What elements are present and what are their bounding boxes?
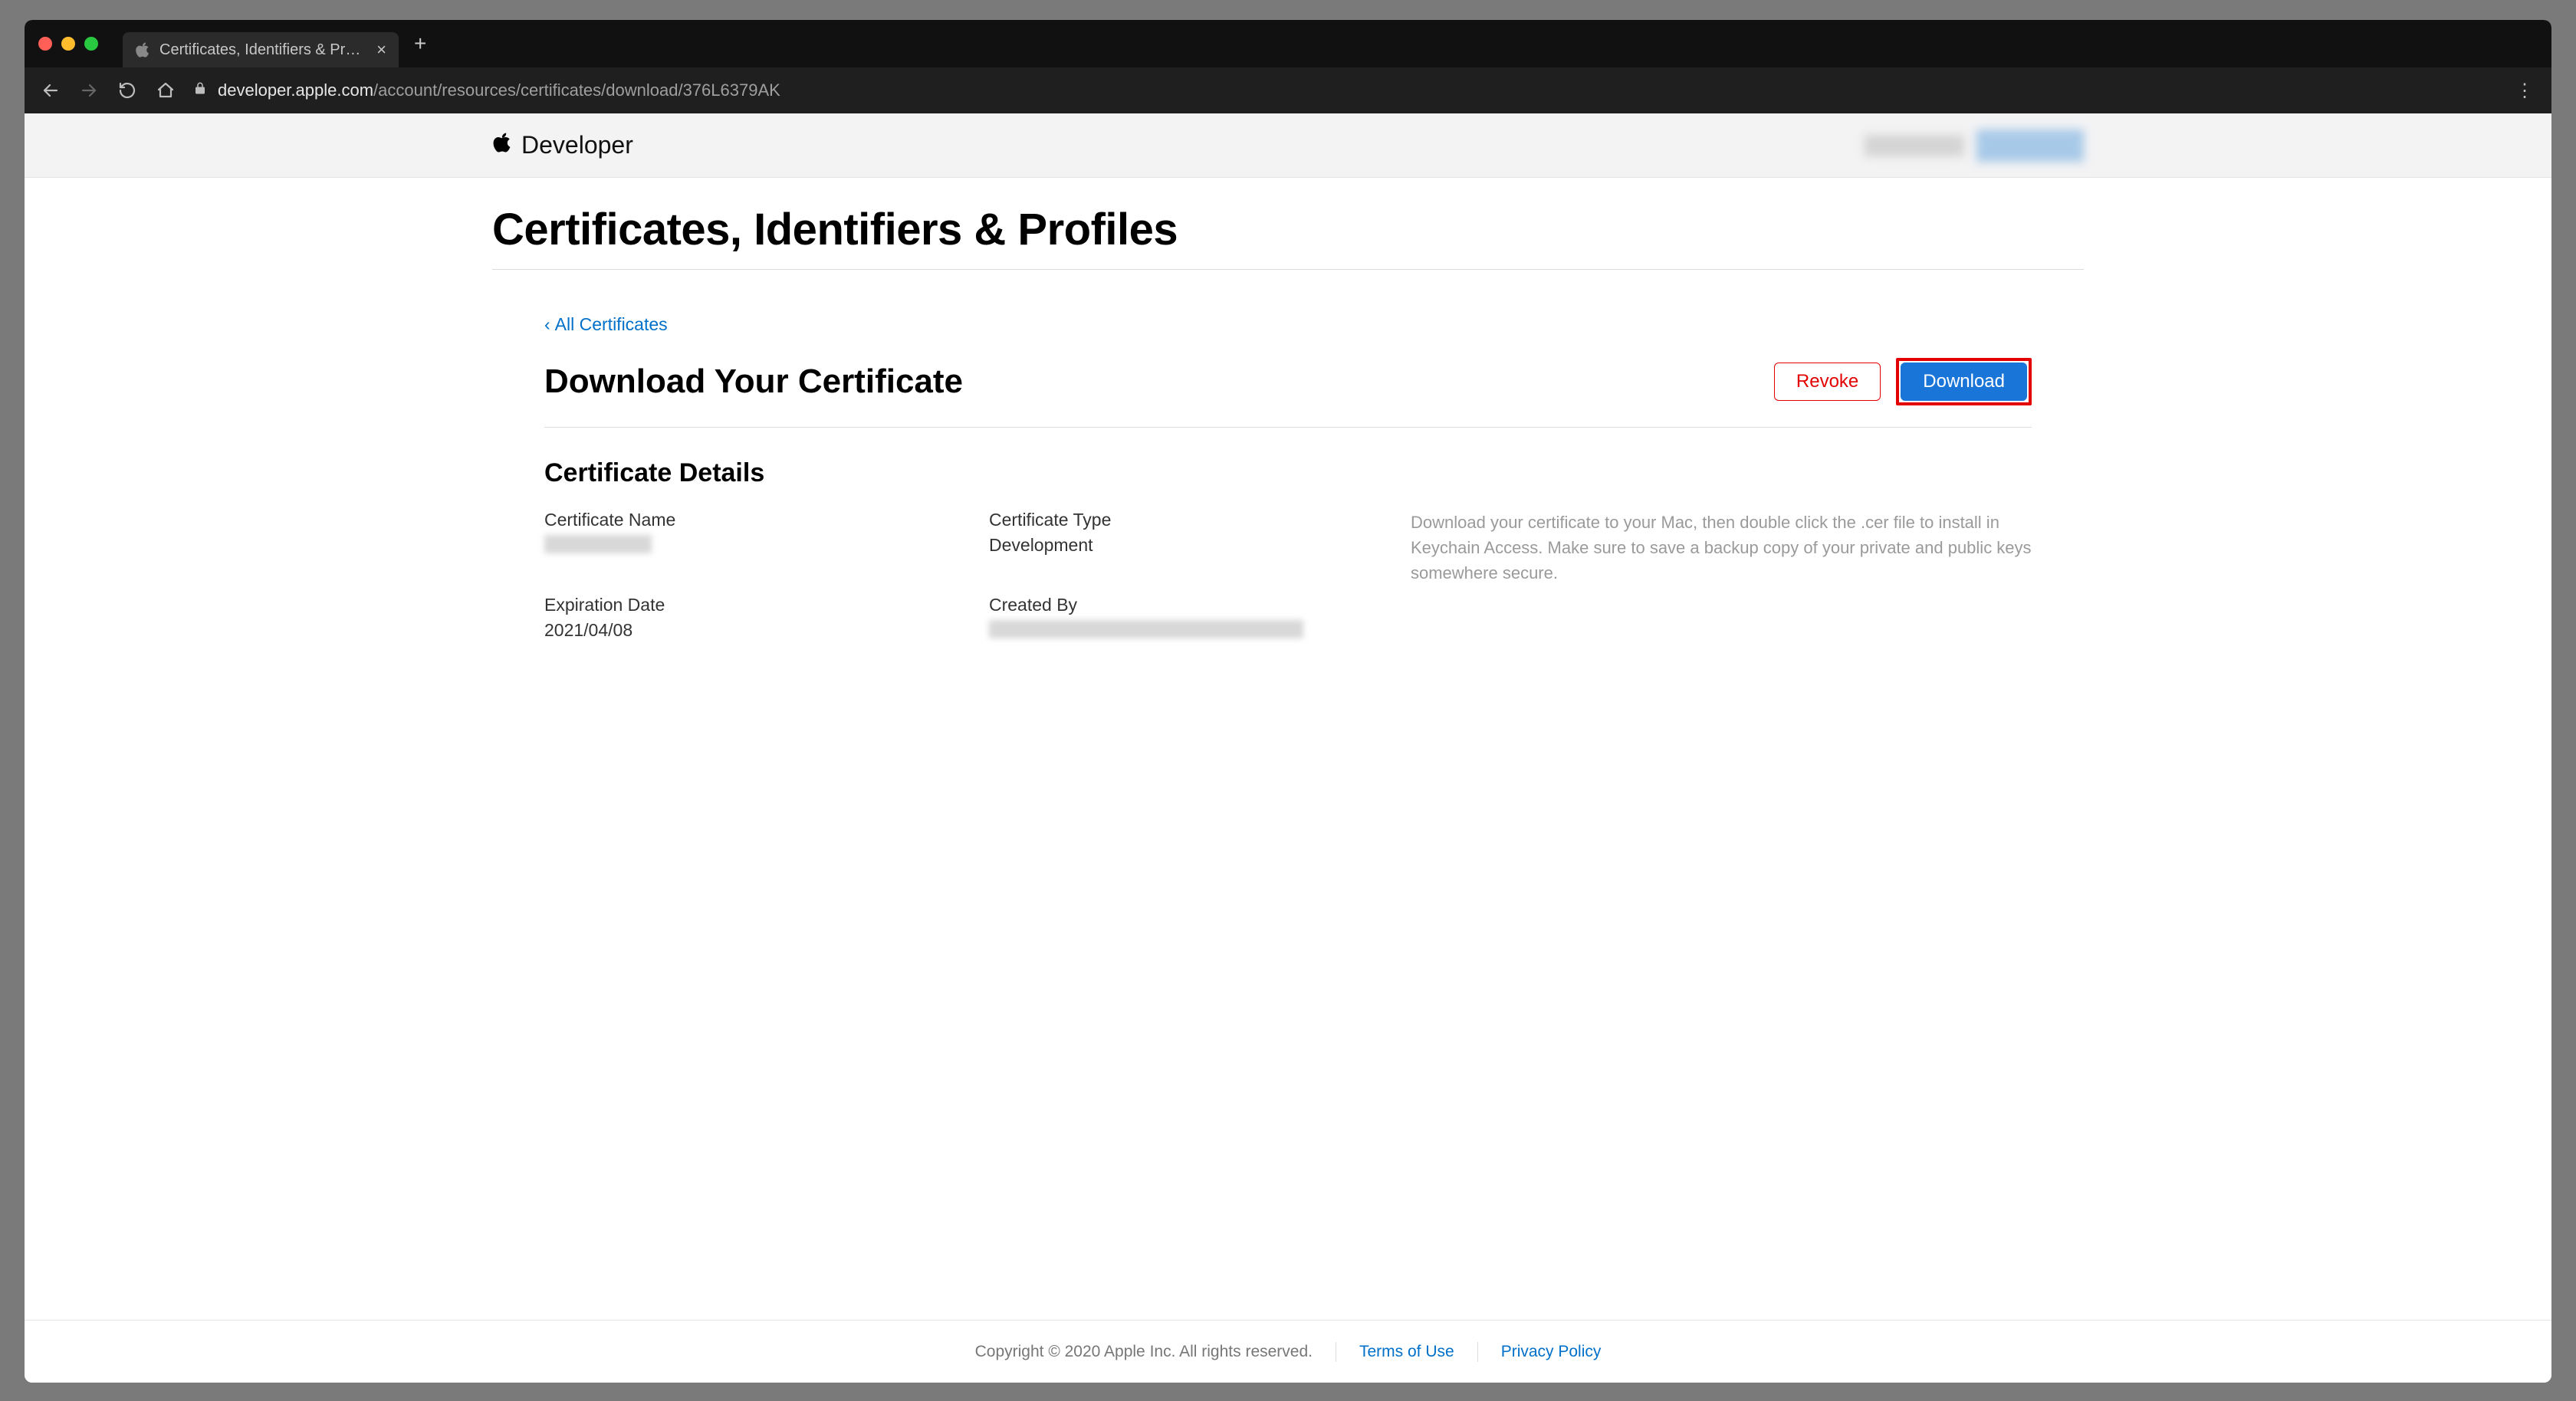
created-by-label: Created By: [989, 595, 1411, 615]
new-tab-button[interactable]: +: [414, 31, 426, 56]
field-cert-type: Certificate Type Development: [989, 510, 1411, 558]
terms-link[interactable]: Terms of Use: [1359, 1343, 1454, 1361]
expiration-label: Expiration Date: [544, 595, 989, 615]
home-button[interactable]: [155, 80, 176, 101]
section-title: Download Your Certificate: [544, 363, 963, 401]
tab-close-icon[interactable]: ×: [376, 40, 386, 60]
window-minimize-button[interactable]: [61, 37, 75, 51]
page-title: Certificates, Identifiers & Profiles: [492, 204, 2084, 270]
back-button[interactable]: [40, 80, 61, 101]
browser-window: Certificates, Identifiers & Profiles × +…: [25, 20, 2551, 1383]
brand-text: Developer: [521, 131, 633, 159]
help-text: Download your certificate to your Mac, t…: [1411, 510, 2032, 643]
apple-favicon-icon: [135, 42, 150, 57]
browser-menu-button[interactable]: ⋮: [2515, 80, 2536, 102]
copyright-text: Copyright © 2020 Apple Inc. All rights r…: [975, 1343, 1313, 1361]
nav-bar: developer.apple.com/account/resources/ce…: [25, 67, 2551, 113]
privacy-link[interactable]: Privacy Policy: [1501, 1343, 1602, 1361]
revoke-button[interactable]: Revoke: [1774, 363, 1881, 401]
expiration-value: 2021/04/08: [544, 620, 989, 641]
team-selector-redacted: [1976, 130, 2084, 162]
account-area[interactable]: [1865, 130, 2084, 162]
url-host: developer.apple.com: [218, 80, 373, 100]
chevron-left-icon: ‹: [544, 314, 550, 334]
download-label: Download: [1923, 371, 2005, 392]
tab-bar: Certificates, Identifiers & Profiles × +: [25, 20, 2551, 67]
download-button[interactable]: Download: [1901, 363, 2027, 401]
brand[interactable]: Developer: [492, 131, 633, 160]
window-controls: [38, 37, 98, 51]
forward-button[interactable]: [78, 80, 100, 101]
cert-name-value-redacted: [544, 535, 652, 553]
reload-button[interactable]: [117, 80, 138, 101]
field-cert-name: Certificate Name: [544, 510, 989, 558]
browser-tab[interactable]: Certificates, Identifiers & Profiles ×: [123, 32, 399, 67]
footer-separator: [1477, 1342, 1478, 1362]
window-close-button[interactable]: [38, 37, 52, 51]
download-highlight: Download: [1896, 358, 2032, 405]
breadcrumb-all-certificates[interactable]: ‹All Certificates: [544, 314, 668, 334]
cert-type-value: Development: [989, 535, 1411, 556]
cert-name-label: Certificate Name: [544, 510, 989, 530]
apple-logo-icon: [492, 131, 512, 160]
address-bar[interactable]: developer.apple.com/account/resources/ce…: [193, 80, 2498, 100]
page-content: Developer Certificates, Identifiers & Pr…: [25, 113, 2551, 1383]
footer: Copyright © 2020 Apple Inc. All rights r…: [25, 1320, 2551, 1383]
url-text: developer.apple.com/account/resources/ce…: [218, 80, 780, 100]
window-maximize-button[interactable]: [84, 37, 98, 51]
field-expiration: Expiration Date 2021/04/08: [544, 595, 989, 643]
site-header: Developer: [25, 113, 2551, 178]
created-by-value-redacted: [989, 620, 1303, 638]
breadcrumb-text: All Certificates: [555, 314, 668, 334]
account-name-redacted: [1865, 135, 1964, 156]
cert-type-label: Certificate Type: [989, 510, 1411, 530]
revoke-label: Revoke: [1796, 371, 1858, 392]
tab-title: Certificates, Identifiers & Profiles: [159, 41, 367, 59]
url-path: /account/resources/certificates/download…: [373, 80, 780, 100]
details-title: Certificate Details: [544, 458, 2084, 488]
lock-icon: [193, 81, 207, 100]
field-created-by: Created By: [989, 595, 1411, 643]
